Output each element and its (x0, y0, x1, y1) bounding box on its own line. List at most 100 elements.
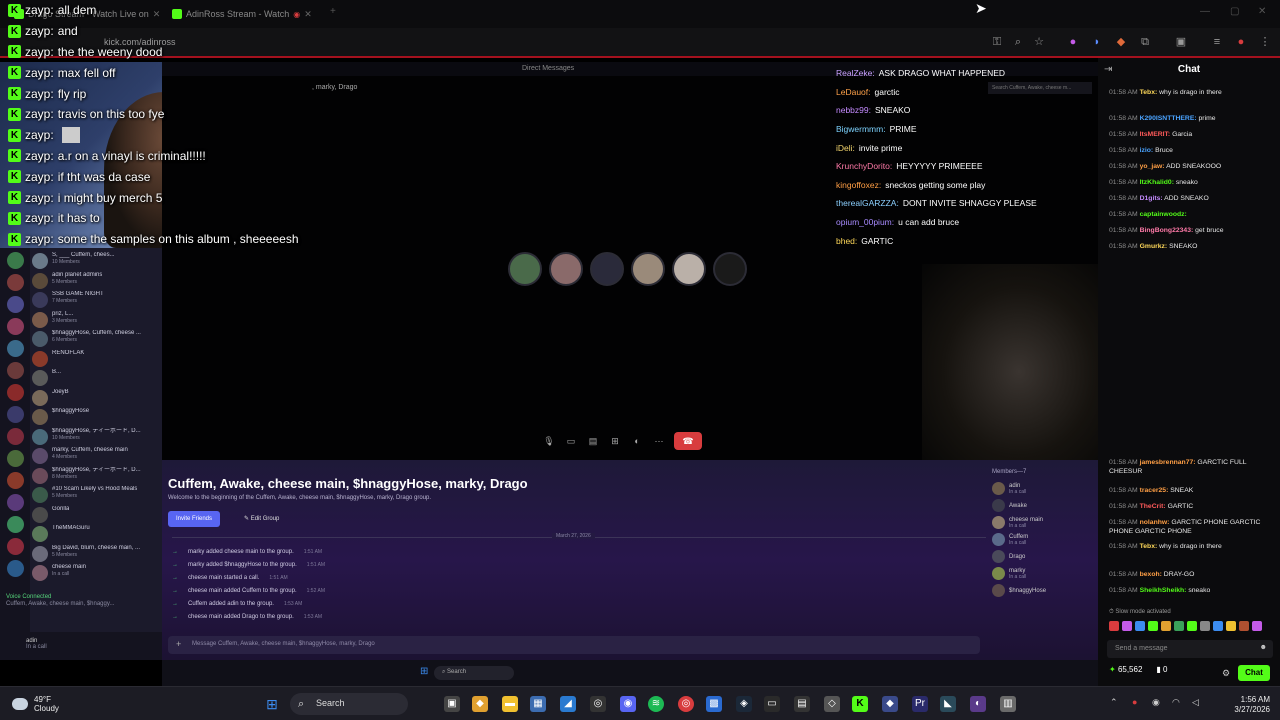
server-icon[interactable] (7, 472, 24, 489)
app-icon[interactable]: ◆ (472, 696, 488, 712)
server-icon[interactable] (7, 428, 24, 445)
app-icon[interactable]: ◐ (970, 696, 986, 712)
taskbar-search[interactable]: ⌕ Search (290, 693, 408, 715)
member-item[interactable]: Cuffem In a call (992, 533, 1028, 546)
chat-user[interactable]: tracer25: (1140, 487, 1169, 494)
soundboard-icon[interactable]: ◐ (630, 434, 644, 448)
emote-icon[interactable] (1174, 621, 1184, 631)
emote-icon[interactable] (1148, 621, 1158, 631)
server-icon[interactable] (7, 406, 24, 423)
chat-user[interactable]: izio: (1140, 147, 1154, 154)
app-icon[interactable]: ▭ (764, 696, 780, 712)
more-icon[interactable]: ⋯ (652, 434, 666, 448)
extension-icon[interactable]: ◆ (1114, 35, 1128, 49)
emote-icon[interactable] (1226, 621, 1236, 631)
invite-friends-button[interactable]: Invite Friends (168, 511, 221, 527)
terminal-icon[interactable]: ▤ (794, 696, 810, 712)
app-icon[interactable]: ◢ (560, 696, 576, 712)
microphone-icon[interactable]: 🎙 (542, 434, 556, 448)
emote-icon[interactable] (1122, 621, 1132, 631)
dm-list-item[interactable]: RENOFLAK (32, 350, 160, 367)
add-attachment-icon[interactable]: + (176, 639, 181, 649)
chat-user[interactable]: K290ISNTTHERE: (1140, 115, 1197, 122)
dm-list-item[interactable]: adin planet admins 5 Members (32, 272, 160, 289)
extension-icon[interactable]: ◗ (1090, 35, 1104, 49)
chat-user[interactable]: jamesbrennan77: (1140, 459, 1196, 466)
chat-user[interactable]: captainwoodz: (1140, 211, 1187, 218)
chat-user[interactable]: ItzKhalid0: (1140, 179, 1174, 186)
dm-list-item[interactable]: $hnaggyHose, ディーボード, D... 10 Members (32, 428, 160, 445)
app-icon[interactable]: ▩ (706, 696, 722, 712)
app-icon[interactable]: ◆ (882, 696, 898, 712)
emote-icon[interactable] (1252, 621, 1262, 631)
tray-app-icon[interactable]: ● (1132, 697, 1137, 707)
app-icon[interactable]: ◣ (940, 696, 956, 712)
message-input[interactable]: + Message Cuffem, Awake, cheese main, $h… (168, 636, 980, 654)
system-clock[interactable]: 1:56 AM 3/27/2026 (1218, 695, 1270, 715)
chat-user[interactable]: SheikhSheikh: (1140, 587, 1187, 594)
dm-list-item[interactable]: Gorilla (32, 506, 160, 523)
dm-list-item[interactable]: JoeyB (32, 389, 160, 406)
dm-list-item[interactable]: priz, L... 3 Members (32, 311, 160, 328)
chat-user[interactable]: TheCrit: (1140, 503, 1166, 510)
participant-avatar[interactable] (713, 252, 747, 286)
dm-list-item[interactable]: $hnaggyHose, Cuffem, cheese ... 6 Members (32, 330, 160, 347)
profile-avatar-icon[interactable]: ● (1234, 35, 1248, 49)
chat-user[interactable]: BingBong22343: (1140, 227, 1194, 234)
minimize-icon[interactable]: — (1200, 6, 1210, 17)
dm-list-item[interactable]: $hnaggyHose (32, 408, 160, 425)
zoom-icon[interactable]: ⌕ (1011, 35, 1025, 49)
tray-app-icon[interactable]: ◉ (1152, 697, 1160, 708)
dm-list-item[interactable]: SSB GAME NIGHT 7 Members (32, 291, 160, 308)
app-icon[interactable]: ◇ (824, 696, 840, 712)
server-icon[interactable] (7, 384, 24, 401)
send-message-input[interactable]: Send a message ☻ (1107, 640, 1273, 658)
member-item[interactable]: Drago (992, 550, 1025, 563)
password-key-icon[interactable]: ⚿ (990, 35, 1004, 49)
server-icon[interactable] (7, 252, 24, 269)
extensions-puzzle-icon[interactable]: ⧉ (1138, 35, 1152, 49)
chat-user[interactable]: ItsMERIT: (1140, 131, 1171, 138)
edit-group-button[interactable]: ✎ Edit Group (240, 511, 283, 527)
sidepanel-icon[interactable]: ▣ (1174, 35, 1188, 49)
file-explorer-icon[interactable]: ▬ (502, 696, 518, 712)
volume-icon[interactable]: ◁ (1192, 697, 1199, 708)
camera-icon[interactable]: ▭ (564, 434, 578, 448)
tray-expand-icon[interactable]: ⌃ (1110, 697, 1118, 708)
extension-icon[interactable]: ● (1066, 35, 1080, 49)
chat-settings-icon[interactable]: ⚙ (1222, 668, 1230, 679)
app-icon[interactable]: ▦ (530, 696, 546, 712)
points-display[interactable]: ✦ 65,562 (1109, 665, 1142, 674)
dm-list-item[interactable]: cheese main In a call (32, 564, 160, 581)
premiere-icon[interactable]: Pr (912, 696, 928, 712)
chat-user[interactable]: Gmurkz: (1140, 243, 1168, 250)
close-window-icon[interactable]: ✕ (1258, 6, 1266, 17)
subs-display[interactable]: ▮ 0 (1156, 665, 1167, 674)
emote-icon[interactable] (1161, 621, 1171, 631)
maximize-icon[interactable]: ▢ (1230, 6, 1239, 17)
participant-avatar[interactable] (549, 252, 583, 286)
steam-icon[interactable]: ◈ (736, 696, 752, 712)
activities-icon[interactable]: ⊞ (608, 434, 622, 448)
emote-icon[interactable] (1213, 621, 1223, 631)
emote-icon[interactable] (1239, 621, 1249, 631)
emote-icon[interactable] (1135, 621, 1145, 631)
server-icon[interactable] (7, 274, 24, 291)
dm-list-item[interactable]: $hnaggyHose, ディーボード, D... 8 Members (32, 467, 160, 484)
weather-widget[interactable]: 49°F Cloudy (12, 695, 59, 713)
member-item[interactable]: cheese main In a call (992, 516, 1043, 529)
discord-icon[interactable]: ◉ (620, 696, 636, 712)
dm-list-item[interactable]: S, ___ Cuffem, chees... 10 Members (32, 252, 160, 269)
task-view-icon[interactable]: ▣ (444, 696, 460, 712)
member-item[interactable]: $hnaggyHose (992, 584, 1046, 597)
server-icon[interactable] (7, 362, 24, 379)
emote-icon[interactable] (1187, 621, 1197, 631)
server-icon[interactable] (7, 340, 24, 357)
bookmark-star-icon[interactable]: ☆ (1032, 35, 1046, 49)
member-item[interactable]: adin In a call (992, 482, 1026, 495)
screen-share-icon[interactable]: ▤ (586, 434, 600, 448)
app-icon[interactable]: ▥ (1000, 696, 1016, 712)
disconnect-button[interactable]: ☎ (674, 432, 702, 450)
app-icon[interactable]: ◎ (590, 696, 606, 712)
voice-connected-panel[interactable]: Voice Connected Cuffem, Awake, cheese ma… (6, 594, 114, 608)
